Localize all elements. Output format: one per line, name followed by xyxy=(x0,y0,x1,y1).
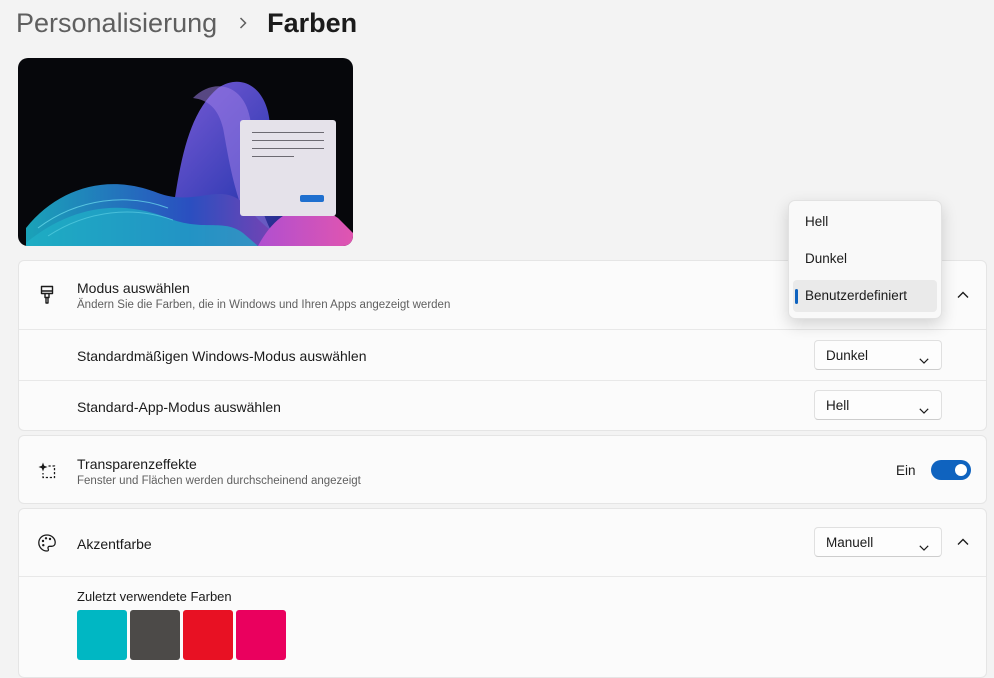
chevron-down-icon xyxy=(919,538,929,556)
chevron-up-icon[interactable] xyxy=(952,284,974,306)
toggle-knob xyxy=(955,464,967,476)
mode-option[interactable]: Benutzerdefiniert xyxy=(793,280,937,312)
transparency-toggle[interactable] xyxy=(931,460,971,480)
recent-color-swatch[interactable] xyxy=(130,610,180,660)
mode-option-label: Dunkel xyxy=(805,251,848,266)
windows-mode-value: Dunkel xyxy=(826,348,869,363)
palette-icon xyxy=(37,533,57,553)
recent-colors-label: Zuletzt verwendete Farben xyxy=(77,589,232,604)
mode-option[interactable]: Hell xyxy=(793,206,937,238)
transparency-card: Transparenzeffekte Fenster und Flächen w… xyxy=(18,435,987,504)
accent-card: Akzentfarbe Manuell Zuletzt verwendete F… xyxy=(18,508,987,678)
chevron-down-icon xyxy=(919,351,929,369)
windows-mode-row: Standardmäßigen Windows-Modus auswählen … xyxy=(19,330,986,380)
mode-dropdown-list: Hell Dunkel Benutzerdefiniert xyxy=(788,200,942,319)
app-mode-label: Standard-App-Modus auswählen xyxy=(77,399,281,415)
transparency-title: Transparenzeffekte xyxy=(77,456,197,472)
mode-option-label: Hell xyxy=(805,214,829,229)
transparency-subtitle: Fenster und Flächen werden durchscheinen… xyxy=(77,475,361,487)
mode-option-label: Benutzerdefiniert xyxy=(805,288,908,303)
breadcrumb-parent[interactable]: Personalisierung xyxy=(16,8,217,39)
recent-color-swatch[interactable] xyxy=(236,610,286,660)
chevron-right-icon xyxy=(229,17,257,29)
breadcrumb: Personalisierung Farben xyxy=(16,4,357,42)
accent-header-row[interactable]: Akzentfarbe Manuell xyxy=(19,509,986,576)
mode-option[interactable]: Dunkel xyxy=(793,243,937,275)
accent-title: Akzentfarbe xyxy=(77,536,152,552)
accent-mode-select[interactable]: Manuell xyxy=(814,527,942,557)
preview-window xyxy=(240,120,336,216)
theme-preview-image xyxy=(18,58,353,246)
app-mode-row: Standard-App-Modus auswählen Hell xyxy=(19,381,986,431)
app-mode-value: Hell xyxy=(826,398,850,413)
preview-accent-button xyxy=(300,195,324,202)
windows-mode-label: Standardmäßigen Windows-Modus auswählen xyxy=(77,348,367,364)
selection-indicator xyxy=(795,289,798,304)
accent-mode-value: Manuell xyxy=(826,535,874,550)
transparency-toggle-label: Ein xyxy=(896,463,916,478)
paintbrush-icon xyxy=(37,285,57,305)
chevron-up-icon[interactable] xyxy=(952,531,974,553)
page-title: Farben xyxy=(267,7,358,38)
recent-color-swatch[interactable] xyxy=(183,610,233,660)
transparency-sparkle-icon xyxy=(37,460,57,480)
windows-mode-select[interactable]: Dunkel xyxy=(814,340,942,370)
app-mode-select[interactable]: Hell xyxy=(814,390,942,420)
mode-subtitle: Ändern Sie die Farben, die in Windows un… xyxy=(77,299,451,311)
mode-title: Modus auswählen xyxy=(77,280,190,296)
recent-color-swatch[interactable] xyxy=(77,610,127,660)
chevron-down-icon xyxy=(919,401,929,419)
